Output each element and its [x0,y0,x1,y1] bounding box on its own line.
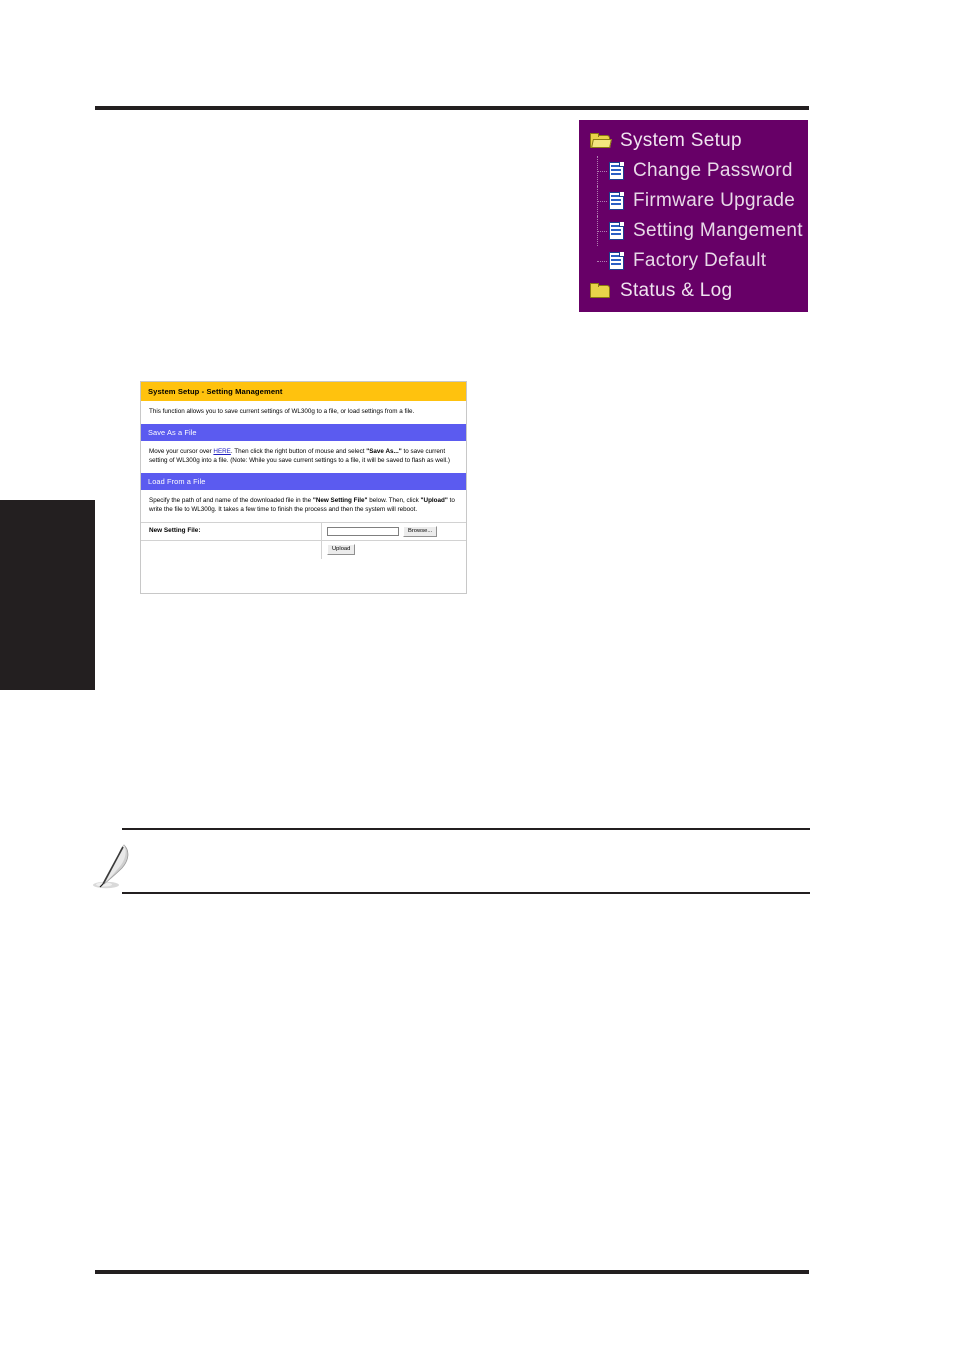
upload-button-cell: Upload [321,540,466,559]
tree-connector-elbow [597,201,607,203]
nav-label-status-and-log: Status & Log [620,280,733,301]
load-from-a-file-body: Specify the path of and name of the down… [141,490,466,522]
note-top-rule [122,828,810,830]
nav-label-system-setup: System Setup [620,130,742,151]
note-block [93,828,810,894]
tree-connector-elbow [597,171,607,173]
note-bottom-rule [122,892,810,894]
page-footer-rule [95,1270,809,1274]
nav-item-firmware-upgrade[interactable]: Firmware Upgrade [579,186,808,216]
folder-open-icon [590,133,612,149]
load-text-1: Specify the path of and name of the down… [149,496,313,504]
new-setting-file-label: New Setting File: [149,527,201,535]
upload-button[interactable]: Upload [327,543,356,555]
panel-title: System Setup - Setting Management [141,382,466,402]
setting-management-panel: System Setup - Setting Management This f… [140,381,467,594]
nav-item-system-setup[interactable]: System Setup [579,126,808,156]
new-setting-file-row: New Setting File: Browse... [141,522,466,540]
section-heading-load-from-a-file: Load From a File [141,472,466,490]
folder-icon [590,283,611,299]
nav-label-change-password: Change Password [633,160,793,181]
pencil-note-icon [93,844,129,889]
load-paragraph: Specify the path of and name of the down… [149,496,458,515]
intro-paragraph: This function allows you to save current… [149,408,415,416]
nav-label-factory-default: Factory Default [633,250,767,271]
load-text-2: below. Then, click [367,496,421,504]
save-as-bold: "Save As..." [366,447,402,455]
tree-connector-elbow [597,231,607,233]
page-header-rule [95,106,809,110]
browse-button[interactable]: Browse... [403,525,438,537]
save-text-2: . Then click the right button of mouse a… [230,447,367,455]
section-heading-save-as-a-file: Save As a File [141,423,466,441]
upload-bold: "Upload" [420,496,448,504]
document-icon [609,252,624,270]
save-text-1: Move your cursor over [149,447,214,455]
save-as-a-file-body: Move your cursor over HERE. Then click t… [141,441,466,473]
new-setting-file-bold: "New Setting File" [312,496,368,504]
document-icon [609,222,624,240]
upload-row: Upload [141,540,466,559]
here-link[interactable]: HERE [213,448,231,455]
nav-item-change-password[interactable]: Change Password [579,156,808,186]
tree-connector-elbow [597,261,607,263]
nav-label-setting-mangement: Setting Mangement [633,220,803,241]
chapter-edge-tab [0,500,95,690]
document-icon [609,192,624,210]
nav-item-factory-default[interactable]: Factory Default [579,246,808,276]
new-setting-file-controls: Browse... [321,522,466,540]
nav-label-firmware-upgrade: Firmware Upgrade [633,190,796,211]
nav-item-setting-mangement[interactable]: Setting Mangement [579,216,808,246]
new-setting-file-input[interactable] [327,526,399,536]
save-paragraph: Move your cursor over HERE. Then click t… [149,447,458,466]
system-setup-nav-menu: System Setup Change Password Firmware Up… [579,120,808,312]
nav-item-status-and-log[interactable]: Status & Log [579,276,808,306]
panel-intro-text: This function allows you to save current… [141,401,466,423]
document-icon [609,162,624,180]
